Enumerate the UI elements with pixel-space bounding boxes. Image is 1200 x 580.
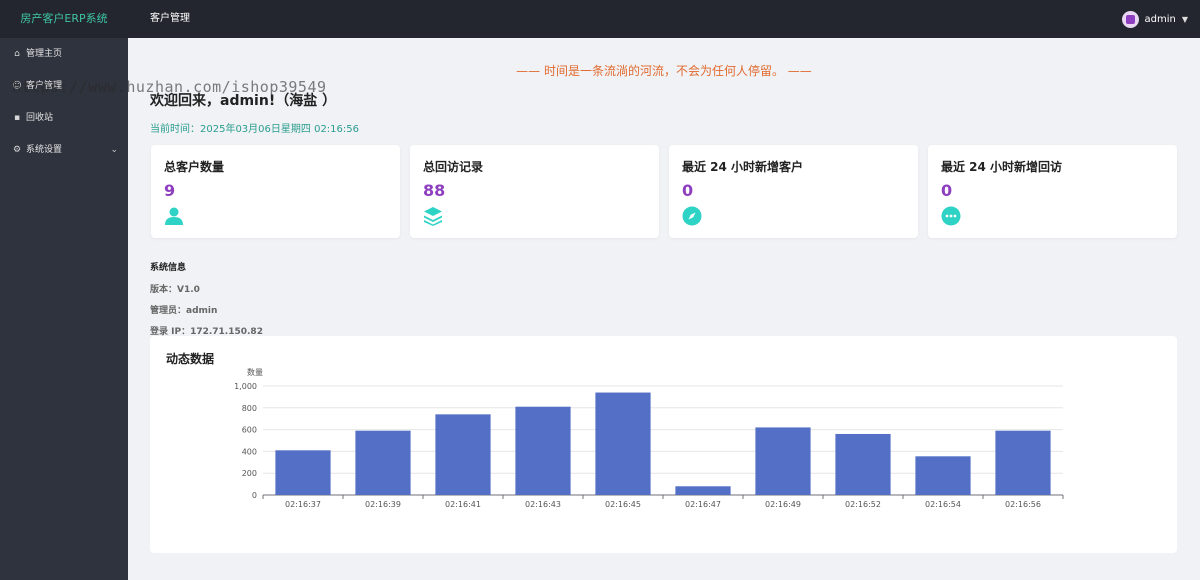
x-tick-label: 02:16:52 <box>845 500 881 509</box>
card-value: 88 <box>423 181 446 200</box>
card-title: 总回访记录 <box>423 160 484 174</box>
card-title: 最近 24 小时新增客户 <box>682 160 804 174</box>
gear-icon: ⚙ <box>12 145 22 155</box>
x-tick-label: 02:16:37 <box>285 500 321 509</box>
sidebar-item-settings[interactable]: ⚙ 系统设置 ⌄ <box>0 134 128 166</box>
bar-02:16:47 <box>675 486 731 495</box>
x-tick-label: 02:16:43 <box>525 500 561 509</box>
system-info: 系统信息 版本：V1.0 管理员：admin 登录 IP：172.71.150.… <box>150 260 263 345</box>
stat-card-new-visits-24h[interactable]: 最近 24 小时新增回访 0 <box>928 145 1177 238</box>
compass-icon <box>682 206 702 226</box>
chevron-down-icon[interactable]: ▼ <box>1182 15 1188 24</box>
stat-card-total-visits[interactable]: 总回访记录 88 <box>410 145 659 238</box>
card-value: 0 <box>682 181 694 200</box>
card-value: 9 <box>164 181 176 200</box>
bar-02:16:43 <box>515 406 571 495</box>
stat-card-new-customers-24h[interactable]: 最近 24 小时新增客户 0 <box>669 145 918 238</box>
sidebar: ⌂ 管理主页 ☺ 客户管理 ▪ 回收站 ⚙ 系统设置 ⌄ <box>0 38 128 580</box>
x-tick-label: 02:16:39 <box>365 500 401 509</box>
x-tick-label: 02:16:49 <box>765 500 801 509</box>
motto: —— 时间是一条流淌的河流，不会为任何人停留。 —— <box>516 64 812 78</box>
sidebar-item-recycle-bin[interactable]: ▪ 回收站 <box>0 102 128 134</box>
bar-chart: 数量 0 200 400 600 800 1,000 02:16:37 02:16:39 02:1… <box>234 367 1064 509</box>
sidebar-item-home[interactable]: ⌂ 管理主页 <box>0 38 128 70</box>
dynamic-data-panel: 动态数据 数量 0 200 400 600 800 1,000 02:16:37 02:16:3… <box>150 336 1177 553</box>
x-tick-label: 02:16:45 <box>605 500 641 509</box>
bar-02:16:45 <box>595 392 651 495</box>
y-tick-label: 400 <box>242 447 257 456</box>
bar-02:16:37 <box>275 450 331 495</box>
username[interactable]: admin <box>1145 14 1176 25</box>
x-tick-label: 02:16:41 <box>445 500 481 509</box>
y-tick-label: 800 <box>242 404 257 413</box>
avatar-building-icon <box>1125 14 1135 24</box>
bar-02:16:56 <box>995 430 1051 495</box>
layers-icon <box>424 207 442 226</box>
x-tick-label: 02:16:56 <box>1005 500 1041 509</box>
bar-02:16:39 <box>355 430 411 495</box>
bar-02:16:49 <box>755 427 811 495</box>
welcome-heading: 欢迎回来，admin!（海盐 ） <box>150 93 337 109</box>
top-header: 房产客户ERP系统 客户管理 admin ▼ <box>0 0 1200 38</box>
y-tick-label: 0 <box>252 491 257 500</box>
card-title: 最近 24 小时新增回访 <box>941 160 1063 174</box>
system-version: 版本：V1.0 <box>150 285 200 295</box>
current-time: 当前时间：2025年03月06日星期四 02:16:56 <box>150 124 359 135</box>
user-menu[interactable]: admin ▼ <box>1121 0 1188 38</box>
brand-title[interactable]: 房产客户ERP系统 <box>0 0 128 38</box>
y-axis-label: 数量 <box>247 367 263 377</box>
top-nav-customer-management[interactable]: 客户管理 <box>150 0 190 38</box>
y-tick-label: 600 <box>242 426 257 435</box>
sidebar-item-label: 系统设置 <box>26 145 63 155</box>
trash-icon: ▪ <box>13 113 21 123</box>
system-admin: 管理员：admin <box>150 306 218 316</box>
card-value: 0 <box>941 181 953 200</box>
sidebar-item-label: 管理主页 <box>26 49 63 59</box>
home-icon: ⌂ <box>14 49 20 59</box>
stat-card-total-customers[interactable]: 总客户数量 9 <box>151 145 400 238</box>
bar-02:16:52 <box>835 433 891 495</box>
chevron-down-icon[interactable]: ⌄ <box>110 134 118 166</box>
x-tick-label: 02:16:54 <box>925 500 961 509</box>
avatar[interactable] <box>1121 10 1139 28</box>
card-title: 总客户数量 <box>164 160 225 174</box>
sidebar-item-label: 回收站 <box>26 113 54 123</box>
x-tick-label: 02:16:47 <box>685 500 721 509</box>
bar-02:16:41 <box>435 414 491 495</box>
person-icon <box>165 207 183 225</box>
y-tick-label: 1,000 <box>234 382 257 391</box>
chat-bubble-icon <box>941 206 961 226</box>
system-info-title: 系统信息 <box>150 263 187 273</box>
y-tick-label: 200 <box>242 469 257 478</box>
bar-02:16:54 <box>915 456 971 495</box>
